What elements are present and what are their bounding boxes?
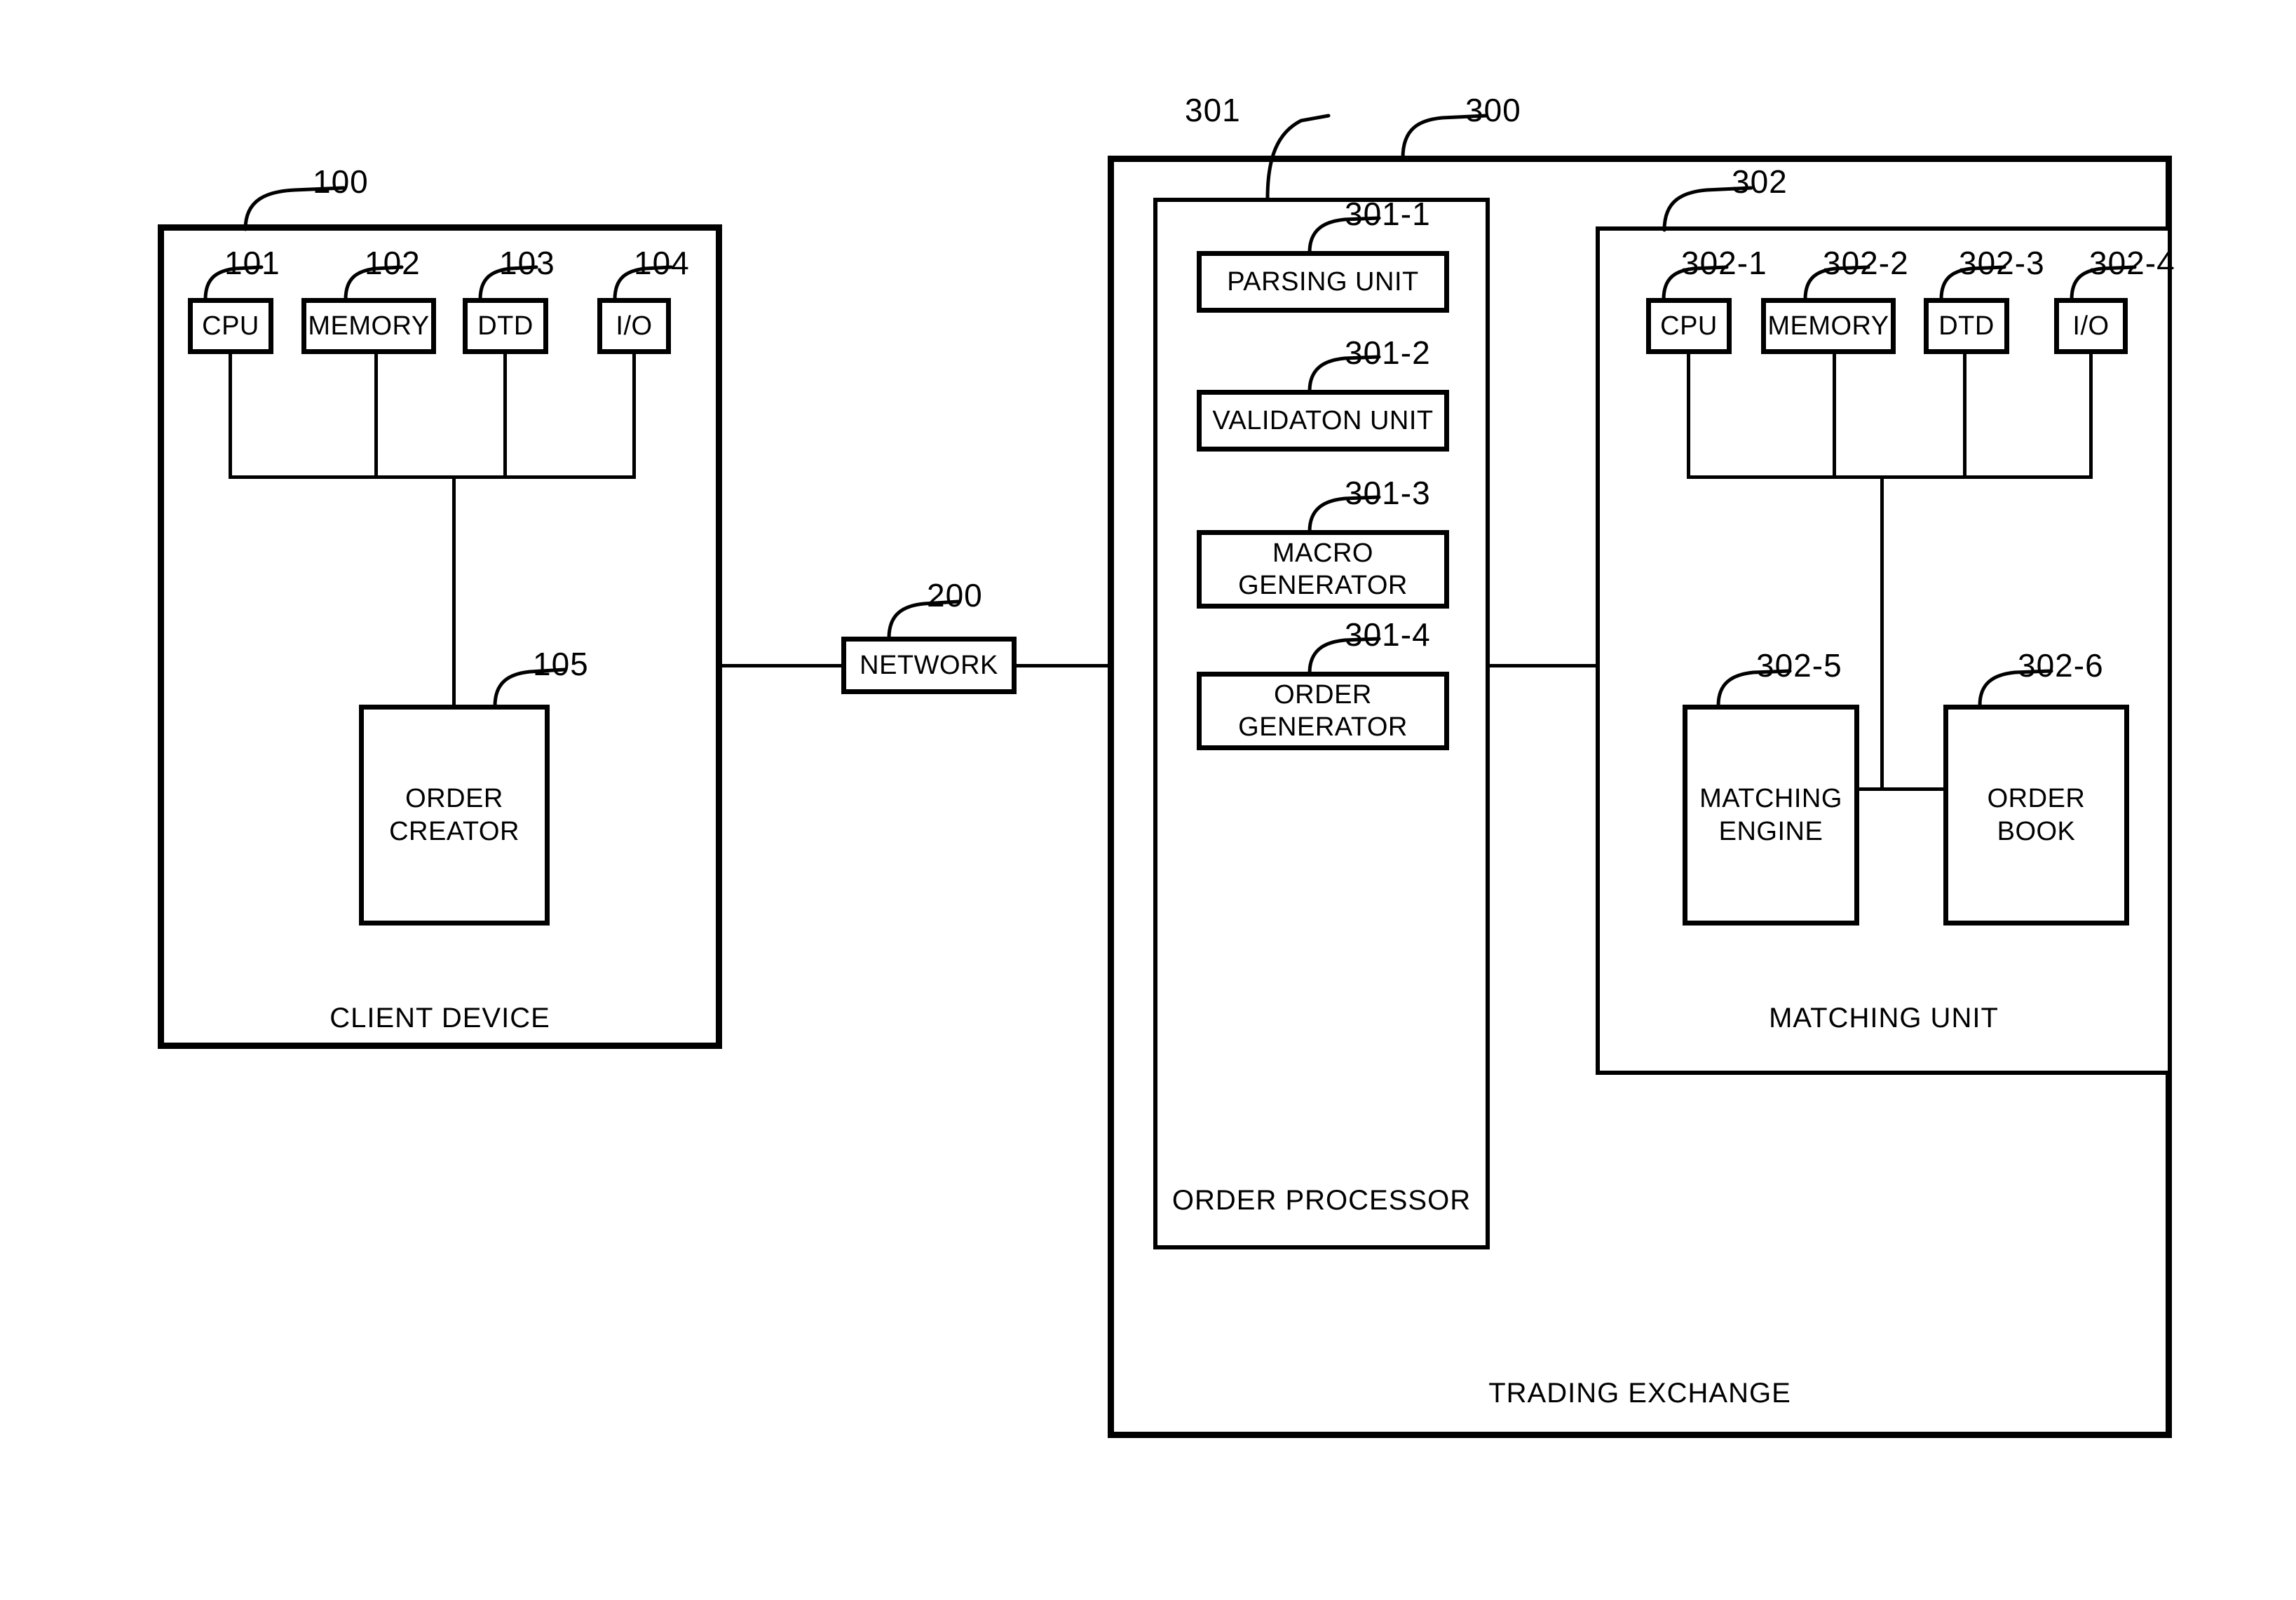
matching-memory-box: MEMORY <box>1761 298 1896 354</box>
client-bus-line <box>229 475 636 479</box>
ref-302: 302 <box>1732 163 1788 200</box>
client-io-box: I/O <box>597 298 671 354</box>
matching-dtd-box: DTD <box>1924 298 2009 354</box>
matching-dtd-label: DTD <box>1938 311 1995 341</box>
matching-io-label: I/O <box>2072 311 2110 341</box>
validation-unit-label: VALIDATON UNIT <box>1212 405 1434 435</box>
matching-memory-label: MEMORY <box>1767 311 1889 341</box>
ref-302-3: 302-3 <box>1959 245 2045 281</box>
ref-302-4: 302-4 <box>2089 245 2175 281</box>
ref-100: 100 <box>313 163 369 200</box>
order-creator-box: ORDER CREATOR <box>359 705 550 926</box>
client-dtd-box: DTD <box>463 298 548 354</box>
client-cpu-box: CPU <box>188 298 273 354</box>
ref-103: 103 <box>499 245 555 281</box>
ref-301-1: 301-1 <box>1345 196 1431 232</box>
order-creator-label-line1: ORDER <box>405 784 503 814</box>
ref-301-3: 301-3 <box>1345 475 1431 511</box>
client-io-label: I/O <box>616 311 653 341</box>
network-to-exchange-link <box>1015 664 1113 667</box>
matching-io-box: I/O <box>2054 298 2128 354</box>
ref-301: 301 <box>1185 92 1241 128</box>
order-creator-label-line2: CREATOR <box>389 816 519 846</box>
matching-engine-box: MATCHING ENGINE <box>1683 705 1859 926</box>
client-memory-bus-drop <box>374 353 378 479</box>
matching-io-bus-drop <box>2089 353 2093 479</box>
network-label: NETWORK <box>860 650 998 680</box>
matching-cpu-label: CPU <box>1660 311 1718 341</box>
matching-bus-vertical-drop <box>1880 475 1884 788</box>
macro-generator-label-line1: MACRO <box>1272 538 1373 568</box>
parsing-unit-label: PARSING UNIT <box>1227 266 1419 297</box>
client-memory-box: MEMORY <box>301 298 436 354</box>
client-to-network-link <box>721 664 843 667</box>
ref-301-4: 301-4 <box>1345 616 1431 653</box>
client-device-caption: CLIENT DEVICE <box>330 1003 550 1033</box>
client-io-bus-drop <box>632 353 636 479</box>
ref-302-6: 302-6 <box>2018 647 2104 684</box>
matching-unit-caption: MATCHING UNIT <box>1769 1003 1999 1033</box>
ref-200: 200 <box>927 577 983 613</box>
ref-302-2: 302-2 <box>1823 245 1909 281</box>
ref-leader-301 <box>1265 114 1331 201</box>
order-book-label-line1: ORDER <box>1987 784 2086 814</box>
matching-bus-line <box>1687 475 2093 479</box>
engine-to-book-link <box>1856 787 1946 791</box>
matching-engine-label-line2: ENGINE <box>1718 816 1823 846</box>
client-dtd-bus-drop <box>503 353 507 479</box>
ref-104: 104 <box>634 245 690 281</box>
order-generator-box: ORDER GENERATOR <box>1197 672 1449 750</box>
order-generator-label-line1: ORDER <box>1274 679 1372 710</box>
ref-302-5: 302-5 <box>1756 647 1842 684</box>
figure-canvas: 100 CPU 101 MEMORY 102 DTD 103 I/O 104 O… <box>0 0 2296 1600</box>
trading-exchange-caption: TRADING EXCHANGE <box>1488 1378 1791 1409</box>
matching-cpu-box: CPU <box>1646 298 1732 354</box>
ref-302-1: 302-1 <box>1681 245 1767 281</box>
ref-105: 105 <box>533 646 589 682</box>
macro-generator-label-line2: GENERATOR <box>1238 571 1408 600</box>
client-bus-to-order-creator <box>452 475 456 707</box>
ref-102: 102 <box>365 245 421 281</box>
parsing-unit-box: PARSING UNIT <box>1197 251 1449 313</box>
matching-dtd-bus-drop <box>1963 353 1966 479</box>
validation-unit-box: VALIDATON UNIT <box>1197 390 1449 452</box>
order-book-box: ORDER BOOK <box>1943 705 2129 926</box>
client-cpu-bus-drop <box>229 353 232 479</box>
ref-300: 300 <box>1465 92 1521 128</box>
matching-engine-label-line1: MATCHING <box>1699 784 1842 814</box>
order-book-label-line2: BOOK <box>1997 816 2076 846</box>
ref-301-2: 301-2 <box>1345 334 1431 371</box>
client-cpu-label: CPU <box>202 311 259 341</box>
ref-101: 101 <box>224 245 280 281</box>
order-processor-caption: ORDER PROCESSOR <box>1171 1185 1472 1216</box>
matching-cpu-bus-drop <box>1687 353 1690 479</box>
matching-memory-bus-drop <box>1833 353 1836 479</box>
macro-generator-box: MACRO GENERATOR <box>1197 530 1449 609</box>
client-memory-label: MEMORY <box>308 311 430 341</box>
client-dtd-label: DTD <box>477 311 534 341</box>
network-box: NETWORK <box>841 637 1017 694</box>
processor-to-matching-link <box>1488 664 1600 667</box>
order-generator-label-line2: GENERATOR <box>1238 712 1408 742</box>
